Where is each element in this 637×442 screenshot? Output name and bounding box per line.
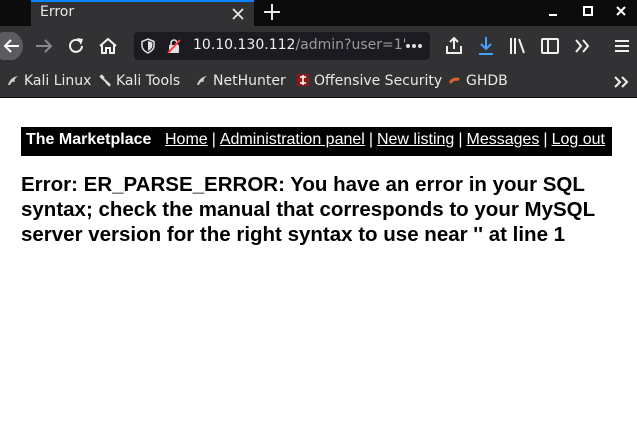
screenshot-icon[interactable] — [442, 34, 466, 58]
minimize-icon[interactable] — [546, 4, 560, 18]
bookmark-nethunter[interactable]: NetHunter — [195, 73, 286, 91]
sidebar-icon[interactable] — [538, 34, 562, 58]
bookmark-label: Kali Tools — [116, 73, 181, 89]
url-bar[interactable]: 10.10.130.112/admin?user=1' — [134, 32, 430, 60]
menu-icon[interactable] — [610, 34, 634, 58]
nav-link-messages[interactable]: Messages — [466, 131, 539, 148]
nav-link-administration-panel[interactable]: Administration panel — [220, 131, 365, 148]
new-tab-icon[interactable] — [261, 1, 283, 23]
insecure-lock-icon[interactable] — [166, 38, 182, 54]
shield-icon[interactable] — [140, 38, 156, 54]
url-text[interactable]: 10.10.130.112/admin?user=1' — [193, 37, 406, 53]
bookmark-offensive-security[interactable]: Offensive Security — [296, 73, 442, 91]
site-brand: The Marketplace — [26, 131, 152, 148]
maximize-icon[interactable] — [581, 4, 595, 18]
close-window-icon[interactable] — [614, 4, 628, 18]
overflow-chevron-icon[interactable] — [570, 34, 594, 58]
bookmark-label: Kali Linux — [24, 73, 92, 89]
active-tab[interactable]: Error — [31, 0, 254, 26]
nav-separator: | — [458, 131, 463, 148]
downloads-icon[interactable] — [474, 34, 498, 58]
site-navbar: The Marketplace Home | Administration pane… — [21, 127, 612, 156]
forward-icon[interactable] — [32, 34, 56, 58]
nav-separator: | — [543, 131, 548, 148]
bookmark-ghdb[interactable]: GHDB — [448, 73, 508, 91]
library-icon[interactable] — [506, 34, 530, 58]
tab-title: Error — [40, 4, 75, 20]
reload-icon[interactable] — [64, 34, 88, 58]
site-nav-links: Home | Administration panel | New listing | Me… — [165, 131, 605, 149]
bookmark-label: Offensive Security — [314, 73, 443, 89]
bookmarks-toolbar: Kali Linux Kali Tools NetHunter Offensiv… — [0, 66, 637, 98]
page-actions-icon[interactable] — [404, 40, 424, 52]
bookmarks-overflow-icon[interactable] — [612, 74, 630, 90]
nav-link-log-out[interactable]: Log out — [552, 131, 605, 148]
bookmark-label: GHDB — [466, 73, 508, 89]
bookmark-kali-linux[interactable]: Kali Linux — [6, 73, 91, 91]
offsec-icon — [297, 74, 309, 86]
bookmark-label: NetHunter — [213, 73, 286, 89]
page-content: The Marketplace Home | Administration pane… — [0, 98, 637, 442]
sql-error-message: Error: ER_PARSE_ERROR: You have an error… — [21, 173, 595, 246]
kali-tools-icon — [99, 74, 111, 87]
kali-dragon-icon — [197, 76, 207, 85]
nav-link-home[interactable]: Home — [165, 131, 208, 148]
nav-link-new-listing[interactable]: New listing — [377, 131, 454, 148]
nav-separator: | — [368, 131, 373, 148]
kali-dragon-icon — [8, 76, 18, 85]
tab-bar: Error — [0, 0, 637, 26]
bookmark-kali-tools[interactable]: Kali Tools — [98, 73, 180, 91]
home-icon[interactable] — [96, 34, 120, 58]
url-path: /admin?user=1' — [295, 37, 407, 53]
url-host: 10.10.130.112 — [193, 37, 296, 53]
tab-close-icon[interactable] — [230, 4, 246, 22]
ghdb-icon — [449, 77, 460, 84]
back-icon[interactable] — [0, 32, 26, 60]
nav-separator: | — [211, 131, 216, 148]
navigation-toolbar: 10.10.130.112/admin?user=1' — [0, 26, 637, 66]
